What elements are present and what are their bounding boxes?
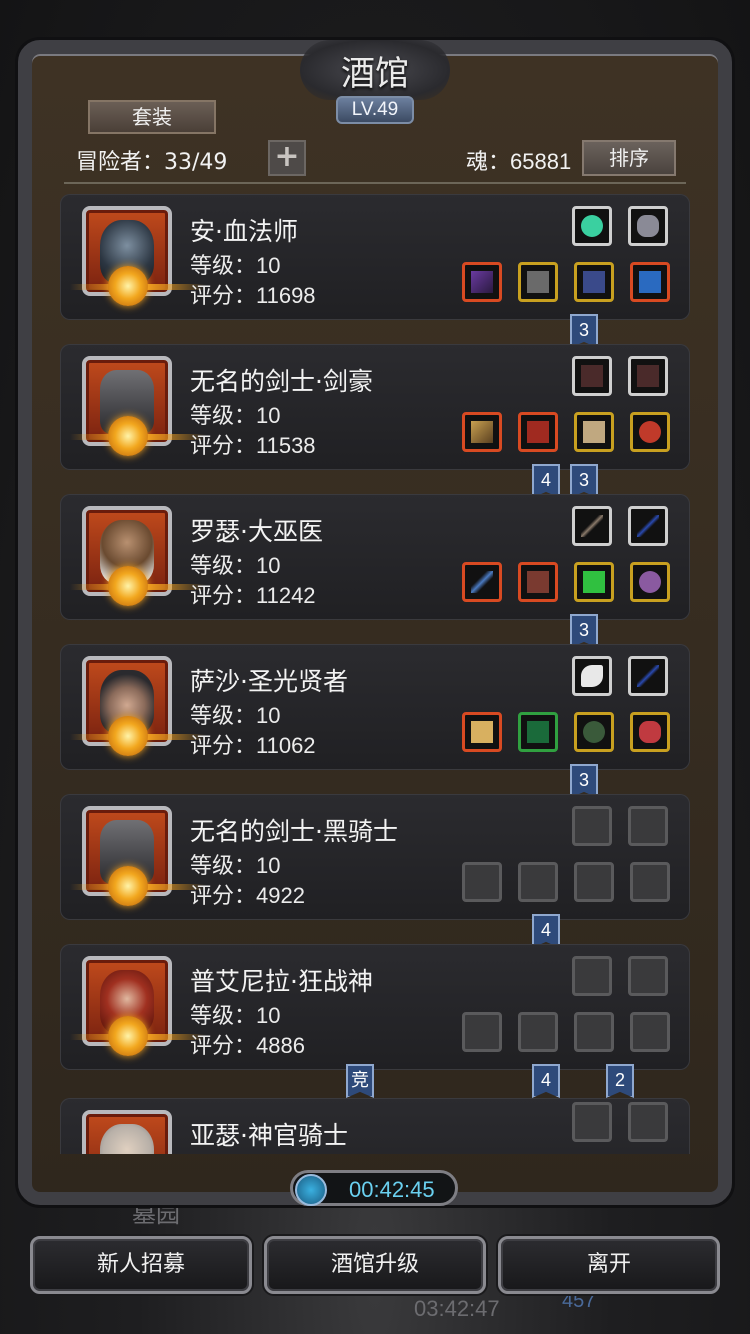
divider — [64, 182, 686, 184]
weapon-slot-icon[interactable] — [462, 262, 502, 302]
hammer-slot-icon[interactable] — [462, 712, 502, 752]
rank-medal-icon — [108, 1016, 148, 1056]
enhance-badge: 2 — [606, 1064, 634, 1098]
hero-score: 评分：4886 — [190, 1033, 305, 1058]
armor-slot-icon[interactable] — [518, 562, 558, 602]
empty-armor-slot-icon[interactable] — [518, 862, 558, 902]
hero-name: 无名的剑士·剑豪 — [190, 367, 373, 396]
hero-card[interactable]: 普艾尼拉·狂战神 等级：10 评分：4886 — [60, 944, 690, 1070]
ring-slot-icon[interactable] — [630, 562, 670, 602]
stick-slot-icon[interactable] — [572, 506, 612, 546]
feather-slot-icon[interactable] — [628, 356, 668, 396]
clock-icon — [295, 1174, 327, 1206]
enhance-badge: 3 — [570, 314, 598, 348]
adventurer-count: 冒险者：33/49 — [76, 150, 228, 175]
hero-name: 无名的剑士·黑骑士 — [190, 817, 398, 846]
hero-card[interactable]: 萨沙·圣光贤者 等级：10 评分：11062 — [60, 644, 690, 770]
armor-slot-icon[interactable] — [518, 262, 558, 302]
bg-time: 03:42:47 — [414, 1296, 500, 1321]
enhance-badge: 3 — [570, 464, 598, 498]
empty-ring-slot-icon[interactable] — [574, 862, 614, 902]
hero-level: 等级：10 — [190, 253, 281, 278]
hero-name: 亚瑟·神官骑士 — [190, 1121, 348, 1150]
empty-armor-slot-icon[interactable] — [518, 1012, 558, 1052]
sort-button[interactable]: 排序 — [582, 140, 676, 176]
hero-score: 评分：4922 — [190, 883, 305, 908]
upgrade-tavern-button[interactable]: 酒馆升级 — [264, 1236, 486, 1294]
hero-name: 安·血法师 — [190, 217, 298, 246]
feather-slot-icon[interactable] — [572, 356, 612, 396]
hero-score: 评分：11538 — [190, 433, 316, 458]
hero-score: 评分：11242 — [190, 583, 316, 608]
armor-slot-icon[interactable] — [518, 712, 558, 752]
rank-medal-icon — [108, 716, 148, 756]
empty-accessory-slot-icon[interactable] — [572, 1102, 612, 1142]
enhance-badge: 4 — [532, 464, 560, 498]
enhance-badge: 4 — [532, 914, 560, 948]
weapon-slot-icon[interactable] — [462, 412, 502, 452]
hero-card[interactable]: 亚瑟·神官骑士 — [60, 1098, 690, 1154]
enhance-badge: 4 — [532, 1064, 560, 1098]
heart-slot-icon[interactable] — [630, 712, 670, 752]
hero-card[interactable]: 安·血法师 等级：10 评分：11698 — [60, 194, 690, 320]
add-slot-button[interactable]: + — [268, 140, 306, 176]
hero-level: 等级：10 — [190, 1003, 281, 1028]
empty-weapon-slot-icon[interactable] — [462, 1012, 502, 1052]
soul-count: 魂：65881 — [466, 149, 572, 174]
bow-slot-icon[interactable] — [628, 506, 668, 546]
mask-slot-icon[interactable] — [628, 206, 668, 246]
rank-medal-icon — [108, 866, 148, 906]
hero-card[interactable]: 罗瑟·大巫医 等级：10 评分：11242 — [60, 494, 690, 620]
enhance-badge: 3 — [570, 764, 598, 798]
bow-slot-icon[interactable] — [628, 656, 668, 696]
tavern-level-badge: LV.49 — [336, 96, 414, 124]
ring-slot-icon[interactable] — [630, 262, 670, 302]
staff-slot-icon[interactable] — [462, 562, 502, 602]
empty-accessory-slot-icon[interactable] — [628, 956, 668, 996]
arena-badge: 竞 — [346, 1064, 374, 1098]
hero-level: 等级：10 — [190, 403, 281, 428]
timer-text: 00:42:45 — [349, 1177, 435, 1202]
empty-ring-slot-icon[interactable] — [630, 1012, 670, 1052]
amulet-slot-icon[interactable] — [574, 712, 614, 752]
hero-level: 等级：10 — [190, 553, 281, 578]
gem-slot-icon[interactable] — [572, 206, 612, 246]
leave-button[interactable]: 离开 — [498, 1236, 720, 1294]
enhance-badge: 3 — [570, 614, 598, 648]
bracer-slot-icon[interactable] — [574, 412, 614, 452]
hero-name: 萨沙·圣光贤者 — [190, 667, 348, 696]
hero-name: 普艾尼拉·狂战神 — [190, 967, 373, 996]
rank-medal-icon — [108, 416, 148, 456]
wing-slot-icon[interactable] — [572, 656, 612, 696]
hero-level: 等级：10 — [190, 853, 281, 878]
hero-card[interactable]: 无名的剑士·黑骑士 等级：10 评分：4922 — [60, 794, 690, 920]
rank-medal-icon — [108, 266, 148, 306]
hero-name: 罗瑟·大巫医 — [190, 517, 323, 546]
armor-slot-icon[interactable] — [518, 412, 558, 452]
empty-accessory-slot-icon[interactable] — [572, 806, 612, 846]
rank-medal-icon — [108, 566, 148, 606]
empty-ring-slot-icon[interactable] — [574, 1012, 614, 1052]
recruit-button[interactable]: 新人招募 — [30, 1236, 252, 1294]
empty-weapon-slot-icon[interactable] — [462, 862, 502, 902]
hero-portrait[interactable] — [82, 1110, 172, 1154]
amulet-slot-icon[interactable] — [574, 262, 614, 302]
hero-score: 评分：11698 — [190, 283, 316, 308]
empty-ring-slot-icon[interactable] — [630, 862, 670, 902]
hero-card[interactable]: 无名的剑士·剑豪 等级：10 评分：11538 — [60, 344, 690, 470]
set-button[interactable]: 套装 — [88, 100, 216, 134]
empty-accessory-slot-icon[interactable] — [572, 956, 612, 996]
hero-level: 等级：10 — [190, 703, 281, 728]
hero-score: 评分：11062 — [190, 733, 316, 758]
ring-slot-icon[interactable] — [630, 412, 670, 452]
gem-slot-icon[interactable] — [574, 562, 614, 602]
empty-accessory-slot-icon[interactable] — [628, 806, 668, 846]
hero-list[interactable]: 安·血法师 等级：10 评分：11698 3 无名的剑士·剑豪 等级：10 评分… — [60, 194, 690, 1154]
page-title: 酒馆 — [300, 40, 450, 100]
countdown-timer: 00:42:45 — [290, 1170, 458, 1206]
empty-accessory-slot-icon[interactable] — [628, 1102, 668, 1142]
